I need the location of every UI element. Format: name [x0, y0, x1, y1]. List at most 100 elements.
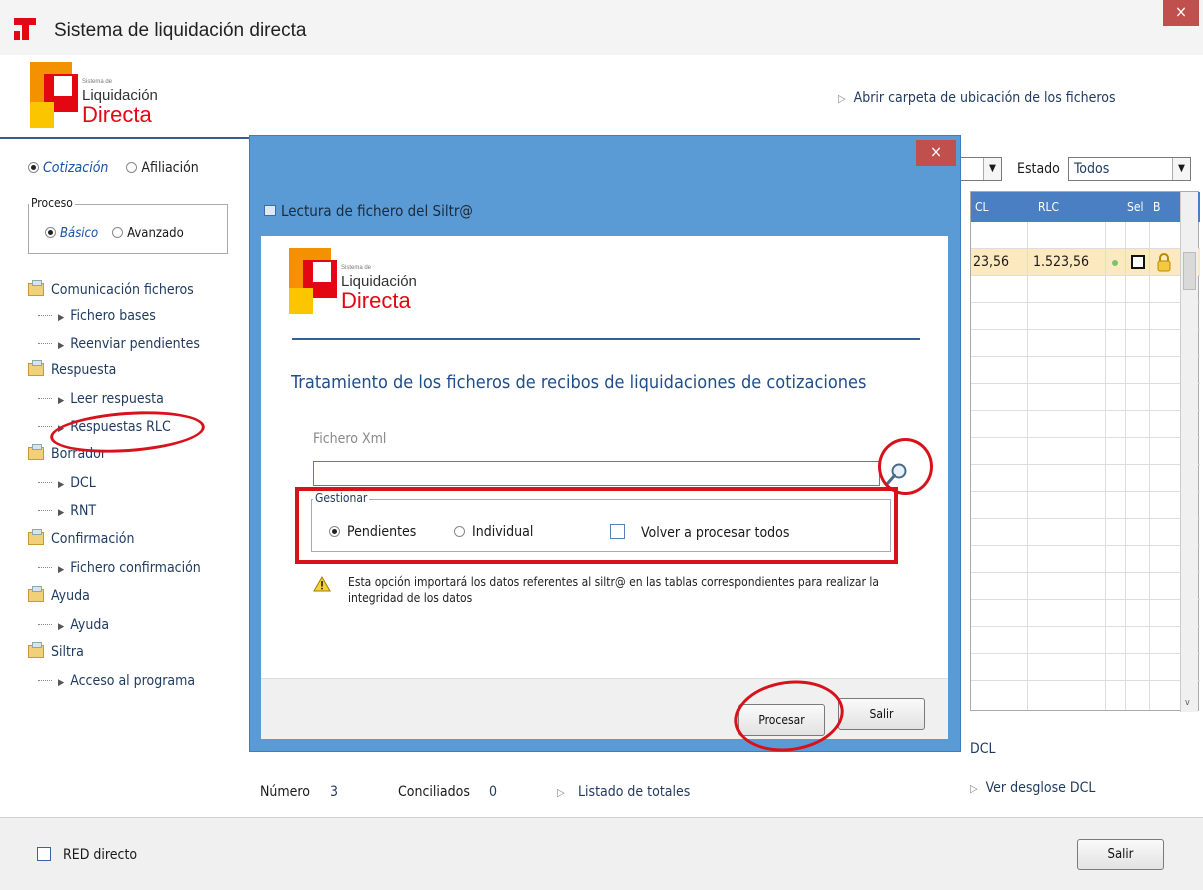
grid-header: CL RLC Sel B ^: [971, 192, 1200, 222]
table-row: [971, 438, 1200, 465]
dialog-logo: Sistema de Liquidación Directa: [289, 248, 439, 318]
cell-rlc: 1.523,56: [1033, 254, 1090, 270]
folder-icon: [28, 444, 44, 460]
tree-item-acceso-programa[interactable]: ▶ Acceso al programa: [38, 673, 195, 689]
proceso-avanzado-label[interactable]: Avanzado: [127, 226, 184, 241]
footer-salir-button[interactable]: Salir: [1077, 839, 1164, 870]
sidebar: Cotización Afiliación Proceso Básico Avanz…: [0, 137, 249, 817]
cell-dcl: 23,56: [973, 254, 1010, 270]
tab-afiliacion-radio[interactable]: [126, 162, 138, 173]
proceso-basico-label[interactable]: Básico: [60, 226, 98, 241]
scroll-thumb[interactable]: [1183, 252, 1196, 290]
window-title: Sistema de liquidación directa: [54, 20, 307, 41]
proceso-legend: Proceso: [29, 196, 75, 210]
triangle-right-icon: ▶: [58, 565, 65, 575]
red-directo-option[interactable]: RED directo: [37, 847, 137, 863]
app-header: Sistema de Liquidación Directa ▷ Abrir ca…: [0, 55, 1203, 137]
column-header-b[interactable]: B: [1153, 200, 1160, 214]
triangle-right-icon: ▶: [58, 622, 65, 632]
chevron-down-icon[interactable]: v: [1185, 698, 1190, 708]
red-directo-checkbox[interactable]: [37, 847, 51, 861]
tree-node-confirmacion[interactable]: Confirmación: [28, 529, 134, 547]
folder-icon: [28, 529, 44, 545]
individual-option[interactable]: Individual: [454, 524, 533, 540]
triangle-right-icon: ▷: [970, 782, 978, 795]
reprocess-option[interactable]: Volver a procesar todos: [610, 524, 789, 541]
column-header-dcl[interactable]: CL: [975, 200, 989, 214]
triangle-right-icon: ▶: [58, 396, 65, 406]
table-row: [971, 627, 1200, 654]
pendientes-radio[interactable]: [329, 526, 340, 537]
dialog-salir-button[interactable]: Salir: [838, 698, 925, 730]
pendientes-option[interactable]: Pendientes: [329, 524, 416, 540]
vertical-scrollbar[interactable]: v: [1180, 192, 1198, 712]
tab-afiliacion[interactable]: Afiliación: [141, 160, 198, 176]
dcl-link[interactable]: DCL: [970, 741, 996, 757]
estado-select[interactable]: Todos ▼: [1068, 157, 1191, 181]
reprocess-checkbox[interactable]: [610, 524, 625, 539]
estado-select-value: Todos: [1074, 161, 1110, 177]
tree-item-fichero-bases[interactable]: ▶ Fichero bases: [38, 308, 156, 324]
proceso-basico-radio[interactable]: [45, 227, 56, 238]
triangle-right-icon: ▷: [557, 786, 565, 799]
divider: [292, 338, 920, 340]
triangle-right-icon: ▶: [58, 313, 65, 323]
ver-desglose-link[interactable]: ▷ Ver desglose DCL: [970, 780, 1095, 796]
tree-item-respuestas-rlc[interactable]: ▶ Respuestas RLC: [38, 419, 171, 435]
tree-node-comunicacion[interactable]: Comunicación ficheros: [28, 280, 194, 298]
table-row: [971, 546, 1200, 573]
table-row: [971, 384, 1200, 411]
tree-item-dcl[interactable]: ▶ DCL: [38, 475, 96, 491]
triangle-right-icon: ▶: [58, 678, 65, 688]
column-header-sel[interactable]: Sel: [1127, 200, 1144, 214]
table-row: [971, 492, 1200, 519]
lectura-fichero-dialog: × Lectura de fichero del Siltr@ Sistema …: [249, 135, 961, 752]
footer: RED directo Salir: [0, 817, 1203, 890]
triangle-right-icon: ▶: [58, 424, 65, 434]
search-icon[interactable]: [885, 462, 909, 486]
tree-node-borrador[interactable]: Borrador: [28, 444, 106, 462]
numero-value: 3: [330, 784, 339, 800]
proceso-avanzado-radio[interactable]: [112, 227, 124, 238]
warning-text: Esta opción importará los datos referent…: [348, 575, 880, 605]
select-checkbox[interactable]: [1131, 255, 1145, 269]
table-row: [971, 654, 1200, 681]
fichero-xml-label: Fichero Xml: [313, 431, 387, 447]
dialog-subtitle: Tratamiento de los ficheros de recibos d…: [291, 372, 867, 393]
gestionar-legend: Gestionar: [313, 491, 370, 505]
tree-item-leer-respuesta[interactable]: ▶ Leer respuesta: [38, 391, 164, 407]
dialog-close-button[interactable]: ×: [916, 140, 956, 166]
listado-totales-link[interactable]: Listado de totales: [578, 784, 690, 800]
window-titlebar: Sistema de liquidación directa ×: [0, 0, 1203, 55]
proceso-group: Proceso Básico Avanzado: [28, 196, 228, 254]
chevron-down-icon[interactable]: ▼: [983, 158, 1001, 180]
results-grid: CL RLC Sel B ^ 23,56 1.523,56: [970, 191, 1200, 712]
app-icon: [14, 18, 36, 40]
tab-cotizacion-radio[interactable]: [28, 162, 39, 173]
tab-cotizacion[interactable]: Cotización: [43, 160, 108, 176]
gestionar-group: Gestionar Pendientes Individual Volver a…: [311, 491, 891, 552]
procesar-button[interactable]: Procesar: [738, 704, 825, 736]
fichero-xml-input[interactable]: [313, 461, 880, 486]
conciliados-value: 0: [489, 784, 498, 800]
table-row: [971, 519, 1200, 546]
conciliados-label: Conciliados: [398, 784, 470, 800]
dialog-body: Sistema de Liquidación Directa Tratamien…: [261, 236, 948, 739]
table-row: [971, 600, 1200, 627]
individual-radio[interactable]: [454, 526, 465, 537]
tree-node-respuesta[interactable]: Respuesta: [28, 360, 116, 378]
tree-item-fichero-confirmacion[interactable]: ▶ Fichero confirmación: [38, 560, 201, 576]
table-row[interactable]: 23,56 1.523,56: [971, 249, 1200, 276]
table-row: [971, 411, 1200, 438]
chevron-down-icon[interactable]: ▼: [1172, 158, 1190, 180]
tree-item-ayuda[interactable]: ▶ Ayuda: [38, 617, 109, 633]
tree-item-reenviar-pendientes[interactable]: ▶ Reenviar pendientes: [38, 336, 200, 352]
tree-item-rnt[interactable]: ▶ RNT: [38, 503, 96, 519]
tree-node-siltra[interactable]: Siltra: [28, 642, 84, 660]
window-close-button[interactable]: ×: [1163, 0, 1199, 26]
table-row: [971, 357, 1200, 384]
tree-node-ayuda[interactable]: Ayuda: [28, 586, 90, 604]
table-row: [971, 303, 1200, 330]
open-folder-link[interactable]: ▷ Abrir carpeta de ubicación de los fiche…: [838, 90, 1116, 106]
column-header-rlc[interactable]: RLC: [1038, 200, 1059, 214]
